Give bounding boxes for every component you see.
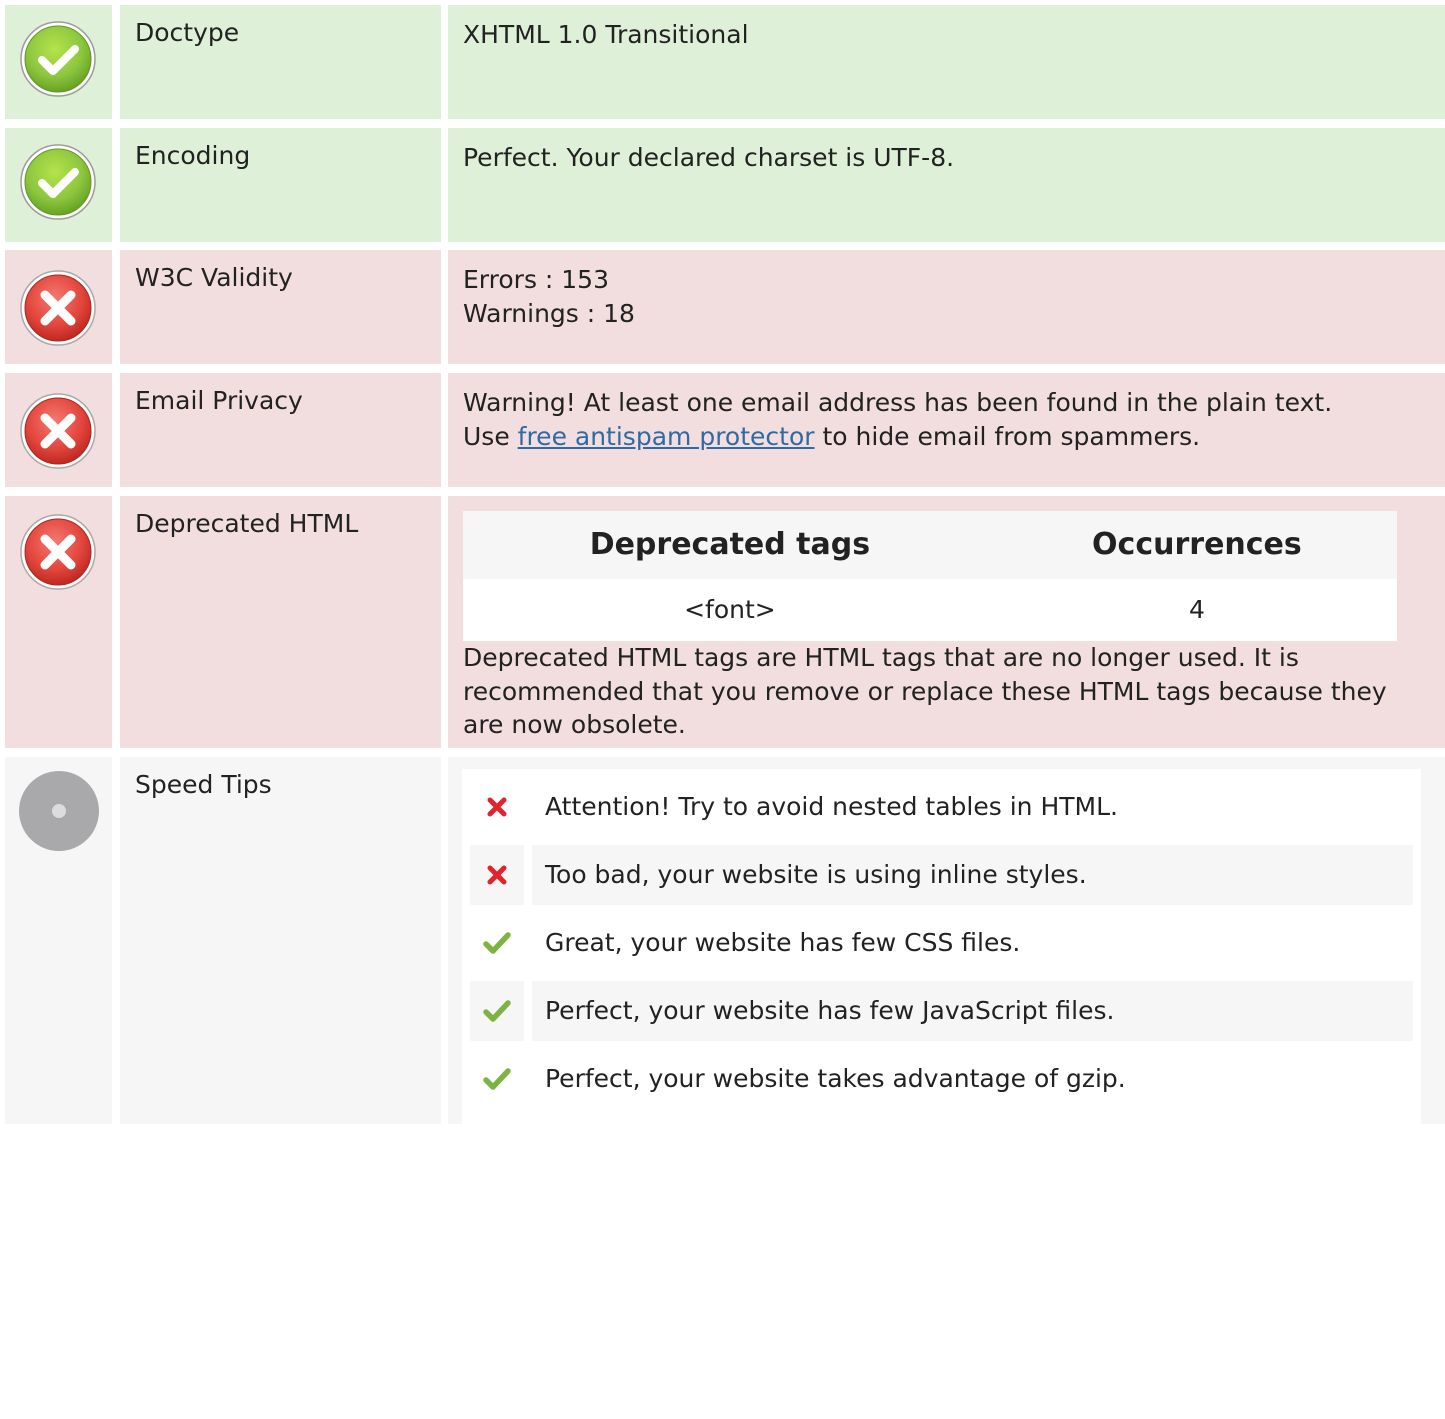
row-speed-tips: Speed Tips Attention! Try to avoid neste… (5, 757, 1445, 1419)
table-row: <font> 4 (463, 579, 1397, 641)
tip-text: Great, your website has few CSS files. (545, 928, 1021, 957)
table-header-row: Deprecated tags Occurrences (463, 511, 1397, 579)
list-item: Too bad, your website is using inline st… (470, 845, 1413, 905)
w3c-errors: Errors : 153 (463, 265, 609, 294)
neutral-circle-icon (18, 770, 100, 852)
email-advice: Use free antispam protector to hide emai… (463, 420, 1430, 454)
tip-text: Attention! Try to avoid nested tables in… (545, 792, 1118, 821)
email-warning-text: Warning! At least one email address has … (463, 388, 1333, 417)
check-icon (470, 981, 524, 1041)
column-header: Deprecated tags (463, 511, 997, 579)
row-label: Deprecated HTML (120, 496, 441, 748)
row-label: Encoding (120, 128, 441, 242)
status-cell (5, 373, 112, 487)
row-label: Email Privacy (120, 373, 441, 487)
column-header: Occurrences (996, 511, 1397, 579)
list-item: Perfect, your website has few JavaScript… (470, 981, 1413, 1041)
email-value: Warning! At least one email address has … (448, 373, 1445, 487)
status-cell (5, 5, 112, 119)
encoding-value: Perfect. Your declared charset is UTF-8. (448, 128, 1445, 242)
status-cell (5, 496, 112, 748)
row-label: Doctype (120, 5, 441, 119)
tip-text: Perfect, your website has few JavaScript… (532, 981, 1413, 1041)
speed-tips-value: Attention! Try to avoid nested tables in… (448, 757, 1445, 1419)
deprecated-note: Deprecated HTML tags are HTML tags that … (463, 643, 1387, 739)
antispam-protector-link[interactable]: free antispam protector (518, 422, 815, 451)
row-label: W3C Validity (120, 250, 441, 364)
list-item: Attention! Try to avoid nested tables in… (470, 777, 1413, 837)
table-cell-count: 4 (996, 579, 1397, 641)
speed-tips-list: Attention! Try to avoid nested tables in… (462, 769, 1421, 1419)
tip-text: Too bad, your website is using inline st… (532, 845, 1413, 905)
x-circle-icon (18, 268, 98, 348)
status-cell (5, 128, 112, 242)
speed-tips-label: Speed Tips (135, 770, 272, 799)
table-cell-tag: <font> (463, 579, 997, 641)
cross-icon (470, 845, 524, 905)
check-icon (470, 1049, 524, 1109)
status-cell (5, 250, 112, 364)
deprecated-label: Deprecated HTML (135, 509, 359, 538)
email-label: Email Privacy (135, 386, 303, 415)
doctype-value: XHTML 1.0 Transitional (448, 5, 1445, 119)
cross-icon (470, 777, 524, 837)
row-encoding: Encoding Perfect. Your declared charset … (5, 128, 1445, 242)
encoding-label: Encoding (135, 141, 251, 170)
row-doctype: Doctype XHTML 1.0 Transitional (5, 5, 1445, 119)
w3c-warnings: Warnings : 18 (463, 298, 635, 328)
doctype-label: Doctype (135, 18, 240, 47)
row-w3c-validity: W3C Validity Errors : 153 Warnings : 18 (5, 250, 1445, 364)
email-advice-prefix: Use (463, 421, 518, 451)
check-icon (470, 913, 524, 973)
w3c-label: W3C Validity (135, 263, 293, 292)
list-item: Perfect, your website takes advantage of… (470, 1049, 1413, 1109)
deprecated-value: Deprecated tags Occurrences <font> 4 Dep… (448, 496, 1445, 748)
status-cell (5, 757, 112, 1124)
row-label: Speed Tips (120, 757, 441, 1124)
x-circle-icon (18, 512, 98, 592)
w3c-value: Errors : 153 Warnings : 18 (448, 250, 1445, 364)
row-email-privacy: Email Privacy Warning! At least one emai… (5, 373, 1445, 487)
deprecated-tags-table: Deprecated tags Occurrences <font> 4 (463, 511, 1397, 641)
x-circle-icon (18, 391, 98, 471)
check-circle-icon (18, 19, 98, 99)
row-deprecated-html: Deprecated HTML Deprecated tags Occurren… (5, 496, 1445, 748)
email-advice-suffix: to hide email from spammers. (814, 421, 1201, 451)
check-circle-icon (18, 142, 98, 222)
tip-text: Perfect, your website takes advantage of… (545, 1064, 1126, 1093)
list-item: Great, your website has few CSS files. (470, 913, 1413, 973)
